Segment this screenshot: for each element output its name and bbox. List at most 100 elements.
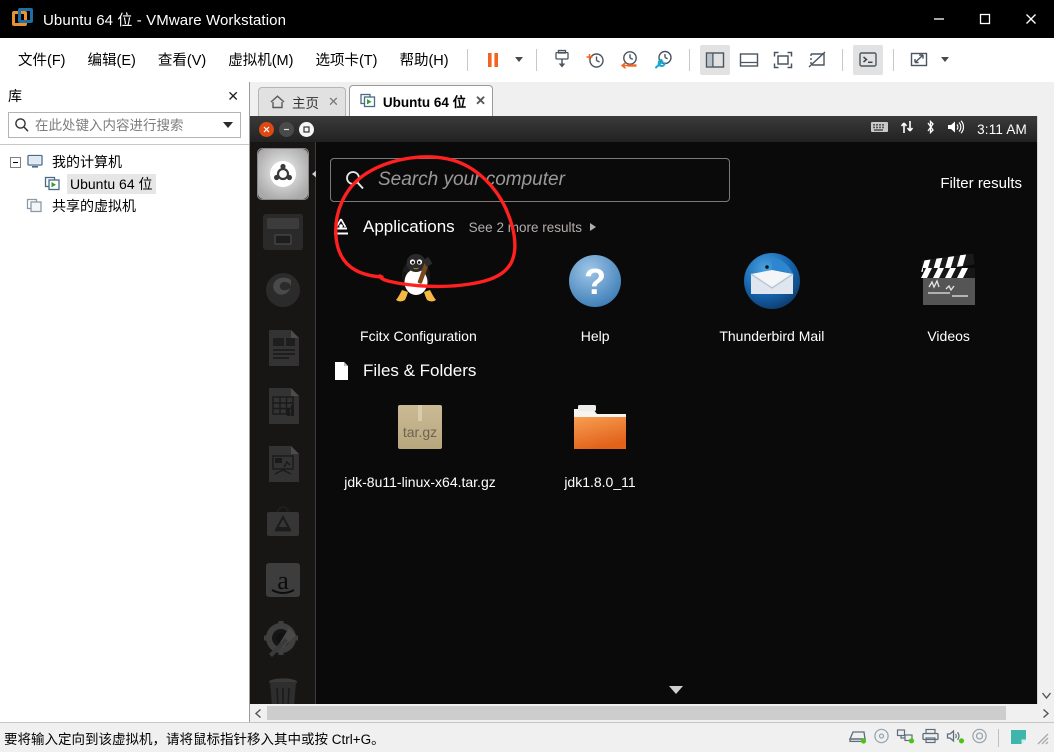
cd-dvd-icon[interactable]: [873, 728, 890, 747]
minimize-button[interactable]: [916, 0, 962, 38]
pause-icon[interactable]: [478, 45, 508, 75]
library-search-input[interactable]: [31, 117, 220, 133]
vertical-scrollbar[interactable]: [1037, 116, 1054, 704]
guest-close-button[interactable]: [259, 121, 274, 137]
menu-edit[interactable]: 编辑(E): [78, 45, 146, 75]
camera-icon[interactable]: [971, 728, 988, 747]
result-jdk-tar-gz[interactable]: tar.gz jdk-8u11-linux-x64.tar.gz: [330, 393, 510, 492]
bluetooth-indicator-icon[interactable]: [925, 119, 936, 140]
section-header-applications: Applications See 2 more results: [316, 215, 1037, 239]
tree-item-ubuntu-vm[interactable]: Ubuntu 64 位: [0, 173, 249, 195]
menu-help[interactable]: 帮助(H): [389, 45, 458, 75]
usb-note-icon[interactable]: [1009, 728, 1028, 748]
result-label: jdk-8u11-linux-x64.tar.gz: [344, 473, 496, 490]
scroll-thumb[interactable]: [267, 706, 1007, 720]
toolbar-separator: [535, 48, 537, 71]
launcher-libreoffice-writer[interactable]: [257, 322, 309, 374]
launcher-firefox[interactable]: [257, 264, 309, 316]
launcher-system-settings[interactable]: [257, 612, 309, 664]
tree-expander-icon[interactable]: [10, 156, 21, 168]
guest-minimize-button[interactable]: [279, 121, 294, 137]
printer-icon[interactable]: [921, 728, 940, 747]
close-icon[interactable]: ✕: [475, 93, 486, 109]
main-body: 库 ✕ 在此处键入内容进行搜索 我的计算机 Ubuntu 64 位 共享的虚拟机…: [0, 82, 1054, 722]
launcher-libreoffice-impress[interactable]: [257, 438, 309, 490]
result-videos[interactable]: Videos: [860, 245, 1037, 346]
stretch-guest-icon[interactable]: [904, 45, 934, 75]
vmware-workstation-window: Ubuntu 64 位 - VMware Workstation 文件(F) 编…: [0, 0, 1054, 752]
horizontal-scrollbar[interactable]: [250, 704, 1054, 722]
window-title: Ubuntu 64 位 - VMware Workstation: [43, 11, 287, 29]
see-more-results-link[interactable]: See 2 more results: [469, 220, 582, 235]
thunderbird-icon: [739, 245, 805, 317]
unity-mode-icon[interactable]: [802, 45, 832, 75]
revert-snapshot-icon[interactable]: [615, 45, 645, 75]
close-icon[interactable]: ✕: [328, 94, 339, 110]
tree-item-my-computer[interactable]: 我的计算机: [0, 151, 249, 173]
sound-card-icon[interactable]: [946, 728, 965, 747]
launcher-files[interactable]: [257, 206, 309, 258]
guest-window-controls: [250, 121, 314, 137]
close-icon[interactable]: ✕: [223, 88, 243, 105]
show-thumbnail-bar-icon[interactable]: [734, 45, 764, 75]
scroll-left-arrow[interactable]: [250, 704, 267, 722]
network-adapter-icon[interactable]: [896, 728, 915, 747]
hard-disk-icon[interactable]: [848, 728, 867, 747]
snapshot-manager-icon[interactable]: [547, 45, 577, 75]
tree-item-shared-vms[interactable]: 共享的虚拟机: [0, 195, 249, 217]
dash-search-box[interactable]: Search your computer: [330, 158, 730, 202]
launcher-dash-home[interactable]: [256, 148, 318, 200]
scroll-down-arrow[interactable]: [1038, 687, 1054, 704]
launcher-software-center[interactable]: [257, 496, 309, 548]
keyboard-indicator-icon[interactable]: [870, 120, 889, 139]
result-jdk-folder[interactable]: jdk1.8.0_11: [510, 393, 690, 492]
menu-vm[interactable]: 虚拟机(M): [218, 45, 303, 75]
library-tree: 我的计算机 Ubuntu 64 位 共享的虚拟机: [0, 144, 249, 722]
dash-scroll-down-icon[interactable]: [668, 686, 683, 694]
launcher-trash[interactable]: [257, 670, 309, 704]
unity-launcher: a: [250, 142, 318, 704]
scroll-right-arrow[interactable]: [1037, 704, 1054, 722]
guest-screen[interactable]: 3:11 AM a Search your computer Filter re…: [250, 116, 1037, 704]
menu-file[interactable]: 文件(F): [8, 45, 76, 75]
stretch-dropdown-caret-icon[interactable]: [936, 45, 954, 75]
result-help[interactable]: ? Help: [507, 245, 684, 346]
svg-text:a: a: [277, 566, 289, 595]
resize-grip-icon[interactable]: [1034, 730, 1050, 746]
result-label: Thunderbird Mail: [719, 328, 825, 344]
computer-icon: [26, 154, 44, 170]
network-indicator-icon[interactable]: [900, 119, 914, 140]
result-thunderbird-mail[interactable]: Thunderbird Mail: [684, 245, 861, 346]
maximize-button[interactable]: [962, 0, 1008, 38]
menu-view[interactable]: 查看(V): [148, 45, 216, 75]
chevron-down-icon[interactable]: [220, 113, 236, 137]
result-fcitx-configuration[interactable]: Fcitx Configuration: [330, 245, 507, 346]
guest-maximize-button[interactable]: [299, 121, 314, 137]
status-bar: 要将输入定向到该虚拟机，请将鼠标指针移入其中或按 Ctrl+G。: [0, 722, 1054, 752]
enter-fullscreen-icon[interactable]: [768, 45, 798, 75]
power-dropdown-caret-icon[interactable]: [510, 45, 528, 75]
tab-home[interactable]: 主页 ✕: [258, 87, 346, 116]
show-library-panel-icon[interactable]: [699, 44, 730, 75]
library-search-box[interactable]: [8, 112, 241, 138]
panel-indicators: 3:11 AM: [870, 119, 1037, 140]
guest-wrapper: 3:11 AM a Search your computer Filter re…: [250, 116, 1054, 704]
menu-tabs[interactable]: 选项卡(T): [305, 45, 387, 75]
toolbar-separator: [688, 48, 690, 71]
take-snapshot-icon[interactable]: [581, 45, 611, 75]
menu-bar: 文件(F) 编辑(E) 查看(V) 虚拟机(M) 选项卡(T) 帮助(H): [0, 38, 1054, 82]
launcher-libreoffice-calc[interactable]: [257, 380, 309, 432]
panel-clock[interactable]: 3:11 AM: [977, 122, 1027, 137]
close-button[interactable]: [1008, 0, 1054, 38]
filter-results-button[interactable]: Filter results: [940, 175, 1022, 192]
console-view-icon[interactable]: [852, 44, 883, 75]
snapshot-settings-icon[interactable]: [649, 45, 679, 75]
ubuntu-top-panel: 3:11 AM: [250, 116, 1037, 142]
section-title: Applications: [363, 217, 455, 236]
chevron-right-icon[interactable]: [589, 223, 596, 231]
home-icon: [269, 94, 286, 110]
volume-indicator-icon[interactable]: [947, 119, 966, 140]
scroll-track[interactable]: [267, 704, 1037, 722]
launcher-amazon[interactable]: a: [257, 554, 309, 606]
tab-ubuntu-vm[interactable]: Ubuntu 64 位 ✕: [348, 85, 494, 116]
